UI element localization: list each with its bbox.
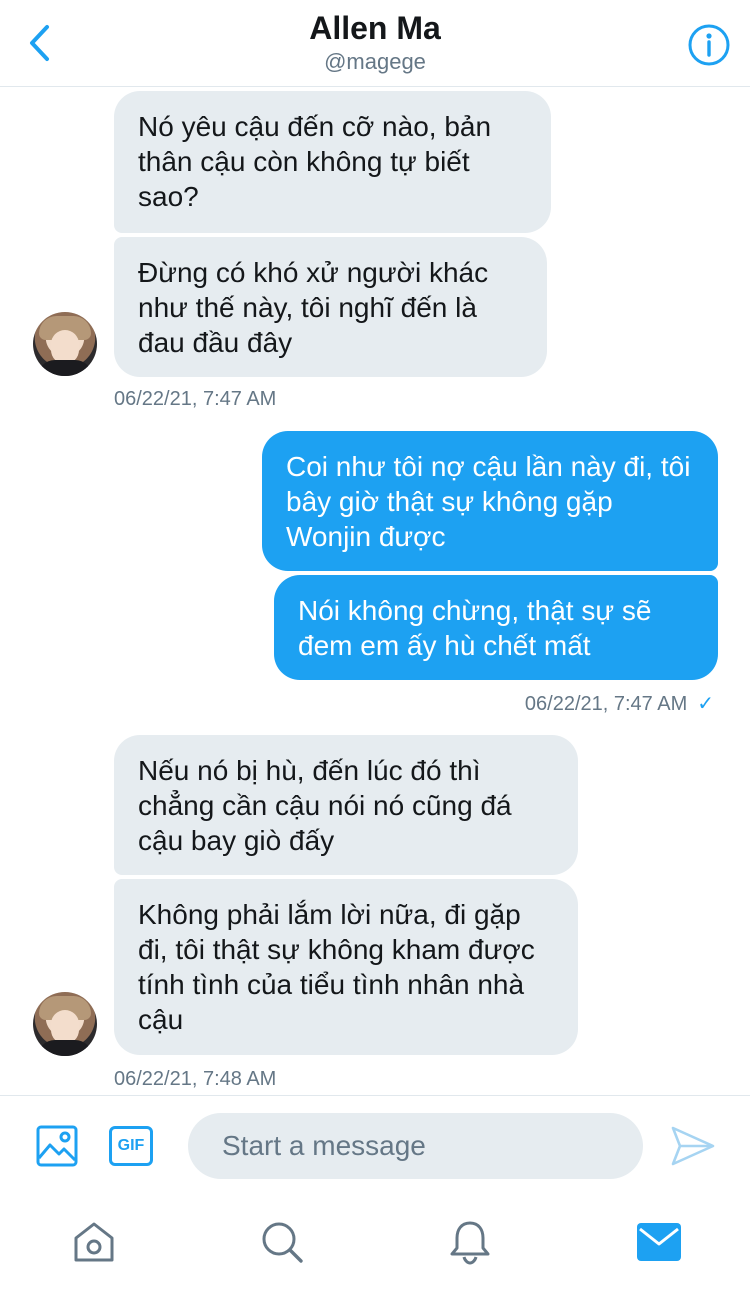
message-timestamp: 06/22/21, 7:47 AM	[524, 693, 688, 715]
add-gif-button[interactable]: GIF	[107, 1122, 155, 1170]
send-button[interactable]	[668, 1122, 718, 1170]
contact-avatar[interactable]	[33, 992, 97, 1056]
dm-conversation-screen: Allen Ma @magege Nó yêu cậu đến cỡ nào, …	[0, 0, 750, 1293]
home-icon	[74, 1222, 114, 1262]
info-button[interactable]	[686, 22, 732, 68]
conversation-title-block[interactable]: Allen Ma @magege	[0, 8, 750, 76]
gif-icon: GIF	[109, 1126, 153, 1166]
message-bubble-incoming[interactable]: Nếu nó bị hù, đến lúc đó thì chẳng cần c…	[114, 735, 578, 875]
add-photo-button[interactable]	[33, 1122, 81, 1170]
message-bubble-outgoing[interactable]: Nói không chừng, thật sự sẽ đem em ấy hù…	[274, 575, 718, 680]
messages-icon	[637, 1223, 681, 1261]
read-check-icon: ✓	[697, 693, 714, 715]
tab-search[interactable]	[257, 1217, 307, 1267]
message-bubble-incoming[interactable]: Đừng có khó xử người khác như thế này, t…	[114, 237, 547, 377]
message-composer: GIF	[0, 1095, 750, 1196]
tab-messages[interactable]	[634, 1217, 684, 1267]
image-icon	[36, 1125, 78, 1167]
message-thread[interactable]: Nó yêu cậu đến cỡ nào, bản thân cậu còn …	[0, 87, 750, 1095]
contact-handle: @magege	[324, 49, 426, 74]
send-icon	[671, 1126, 715, 1166]
tab-home[interactable]	[69, 1217, 119, 1267]
conversation-header: Allen Ma @magege	[0, 0, 750, 87]
message-bubble-incoming[interactable]: Nó yêu cậu đến cỡ nào, bản thân cậu còn …	[114, 91, 551, 233]
message-input[interactable]	[188, 1113, 643, 1179]
notifications-icon	[450, 1221, 490, 1265]
message-bubble-incoming[interactable]: Không phải lắm lời nữa, đi gặp đi, tôi t…	[114, 879, 578, 1055]
message-timestamp-row: 06/22/21, 7:47 AM ✓	[525, 692, 714, 716]
message-timestamp: 06/22/21, 7:48 AM	[114, 1068, 277, 1090]
message-timestamp: 06/22/21, 7:47 AM	[114, 388, 277, 410]
message-bubble-outgoing[interactable]: Coi như tôi nợ cậu lần này đi, tôi bây g…	[262, 431, 718, 571]
tab-notifications[interactable]	[445, 1217, 495, 1267]
contact-name: Allen Ma	[309, 10, 441, 46]
info-icon	[688, 24, 730, 66]
contact-avatar[interactable]	[33, 312, 97, 376]
search-icon	[262, 1222, 303, 1263]
bottom-tab-bar	[0, 1195, 750, 1293]
